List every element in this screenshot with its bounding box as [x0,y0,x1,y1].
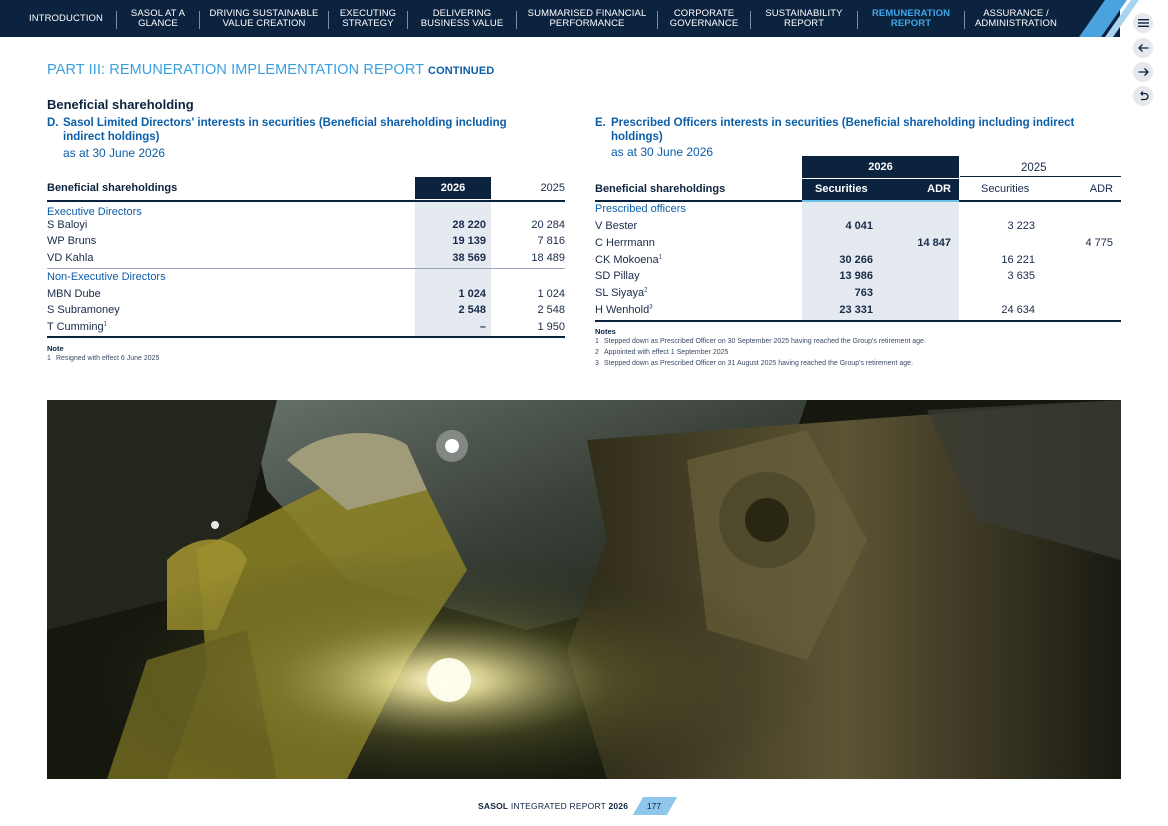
part-title: PART III: REMUNERATION IMPLEMENTATION RE… [47,62,495,78]
nav-tab-driving-sustainable-value-creation[interactable]: DRIVING SUSTAINABLE VALUE CREATION [203,0,325,37]
table-cell-securities-2025: 16 221 [1001,254,1035,266]
table-cell-2025: 20 284 [531,219,565,231]
table-cell-securities-2025: 3 635 [1007,270,1035,282]
table-row-label: CK Mokoena1 [595,254,662,266]
nav-divider [857,11,858,29]
table-cell-2025: 1 950 [537,321,565,333]
nav-tab-corporate-governance[interactable]: CORPORATE GOVERNANCE [661,0,747,37]
nav-divider [199,11,200,29]
table-row-label: V Bester [595,220,638,232]
table-cell-2026: 19 139 [452,235,486,247]
nav-tab-executing-strategy[interactable]: EXECUTING STRATEGY [332,0,404,37]
column-header-securities-2025: Securities [981,183,1030,195]
table-cell-securities-2026: 763 [854,287,873,299]
next-page-button[interactable] [1133,62,1153,82]
table-row-label: MBN Dube [47,288,101,300]
table-cell-2026: 2 548 [458,304,486,316]
nav-tab-delivering-business-value[interactable]: DELIVERING BUSINESS VALUE [411,0,513,37]
nav-tab-assurance-administration[interactable]: ASSURANCE / ADMINISTRATION [968,0,1064,37]
table-e-note-3: 3 Stepped down as Prescribed Officer on 3… [595,360,914,367]
table-d-date: as at 30 June 2026 [63,146,166,160]
nav-divider [407,11,408,29]
table-d-note-heading: Note [47,344,64,353]
group-prescribed-officers: Prescribed officers [595,203,686,215]
table-cell-adr-2025: 4 775 [1085,237,1113,249]
directors-interests-table: 2026 Beneficial shareholdings 2025 Execu… [47,172,565,342]
prescribed-officers-interests-table: 2026 2025 Securities ADR Beneficial shar… [595,156,1121,324]
column-header-label: Beneficial shareholdings [47,182,178,194]
previous-page-button[interactable] [1133,38,1153,58]
nav-tab-introduction[interactable]: INTRODUCTION [20,0,112,37]
table-cell-securities-2026: 13 986 [839,270,873,282]
table-cell-securities-2026: 30 266 [839,254,873,266]
table-cell-2025: 1 024 [537,288,565,300]
table-row-label: VD Kahla [47,252,94,264]
nav-tab-sustainability-report[interactable]: SUSTAINABILITY REPORT [754,0,854,37]
table-cell-adr-2026: 14 847 [917,237,951,249]
table-row-label: WP Bruns [47,235,97,247]
mining-scene-illustration [47,400,1121,779]
table-e-note-1: 1 Stepped down as Prescribed Officer on 3… [595,338,926,345]
table-e-note-2: 2 Appointed with effect 1 September 2025 [595,349,729,356]
return-arrow-icon [1139,90,1149,100]
nav-divider [516,11,517,29]
table-row-label: C Herrmann [595,237,655,249]
table-cell-2026: – [479,321,486,333]
column-header-2025: 2025 [1021,162,1047,174]
table-cell-2025: 18 489 [531,252,565,264]
table-cell-2026: 38 569 [452,252,486,264]
table-cell-securities-2026: 4 041 [845,220,873,232]
table-cell-securities-2026: 23 331 [839,304,873,316]
table-e-notes-heading: Notes [595,327,616,336]
table-cell-securities-2025: 3 223 [1007,220,1035,232]
table-cell-2026: 28 220 [452,219,486,231]
mining-workers-photo [47,400,1121,779]
arrow-right-icon [1138,68,1149,76]
nav-divider [750,11,751,29]
arrow-left-icon [1137,44,1148,52]
table-row-label: SD Pillay [595,270,640,282]
column-header-2025: 2025 [540,182,565,194]
nav-divider [964,11,965,29]
group-executive-directors: Executive Directors [47,206,142,218]
column-header-adr-2026: ADR [927,183,951,195]
table-d-title: D. Sasol Limited Directors' interests in… [47,117,507,143]
column-header-securities-2026: Securities [815,183,868,195]
column-header-2026: 2026 [802,156,959,178]
section-heading: Beneficial shareholding [47,97,194,112]
nav-tab-remuneration-report[interactable]: REMUNERATION REPORT [861,0,961,37]
hamburger-menu-icon [1137,19,1149,27]
table-row-label: S Baloyi [47,219,88,231]
menu-button[interactable] [1133,13,1153,33]
page-number: 177 [646,801,662,811]
nav-divider [657,11,658,29]
nav-tab-sasol-at-a-glance[interactable]: SASOL AT A GLANCE [120,0,196,37]
column-header-adr-2025: ADR [1089,183,1113,195]
top-navigation: INTRODUCTION SASOL AT A GLANCE DRIVING S… [0,0,1120,37]
footer-report-title: SASOL INTEGRATED REPORT 2026 [478,801,629,811]
column-header-2026: 2026 [415,177,491,199]
column-header-label: Beneficial shareholdings [595,183,726,195]
table-row-label: T Cumming1 [47,321,107,333]
group-non-executive-directors: Non-Executive Directors [47,271,166,283]
page-footer: SASOL INTEGRATED REPORT 2026 177 [0,797,1168,817]
part-title-suffix: CONTINUED [428,65,495,77]
nav-tab-summarised-financial-performance[interactable]: SUMMARISED FINANCIAL PERFORMANCE [520,0,654,37]
nav-divider [328,11,329,29]
return-button[interactable] [1133,86,1153,106]
table-cell-2025: 2 548 [537,304,565,316]
table-cell-securities-2025: 24 634 [1001,304,1035,316]
table-e-title: E. Prescribed Officers interests in secu… [595,117,1075,143]
table-cell-2025: 7 816 [537,235,565,247]
nav-divider [116,11,117,29]
table-row-label: H Wenhold3 [595,304,653,316]
table-row-label: S Subramoney [47,304,120,316]
table-row-label: SL Siyaya2 [595,287,648,299]
table-cell-2026: 1 024 [458,288,486,300]
table-d-note-1: 1 Resigned with effect 6 June 2025 [47,355,160,362]
